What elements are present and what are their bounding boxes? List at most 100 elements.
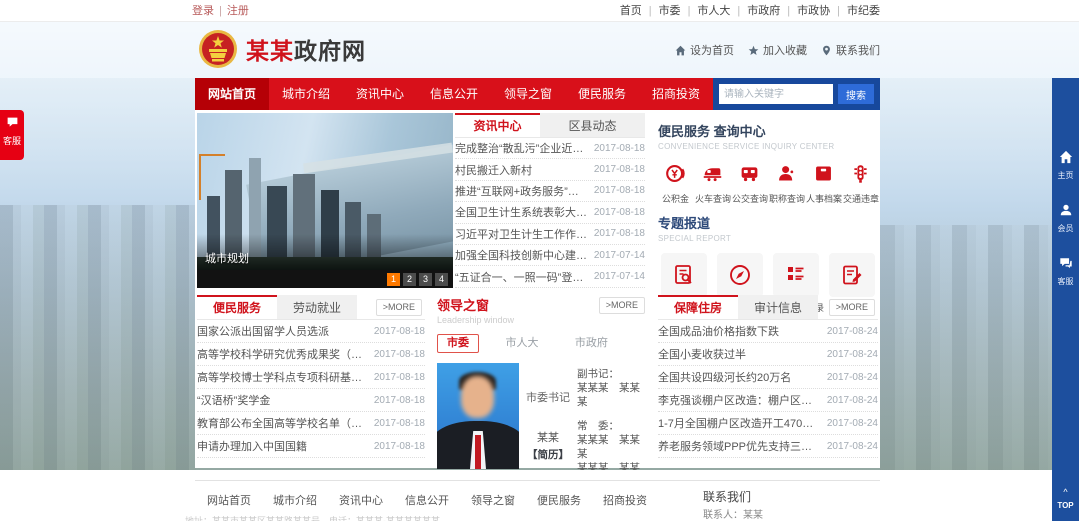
- footer-link-leadership[interactable]: 领导之窗: [471, 492, 515, 508]
- housing-row[interactable]: 全国成品油价格指数下跌2017-08-24: [658, 320, 878, 343]
- convenience-row[interactable]: 教育部公布全国高等学校名单（最新）2017-08-18: [197, 412, 425, 435]
- nav-item-public-service[interactable]: 便民服务: [565, 78, 639, 110]
- contact-us-link[interactable]: 联系我们: [821, 42, 880, 58]
- leader-resume-link[interactable]: 【简历】: [519, 447, 577, 462]
- news-row[interactable]: “五证合一、一照一码”登记制度改革的通知2017-07-14: [455, 266, 645, 287]
- footer-link-investment[interactable]: 招商投资: [603, 492, 647, 508]
- tab-employment[interactable]: 劳动就业: [277, 295, 357, 319]
- rail-items: 主页 会员 客服: [1052, 150, 1079, 287]
- back-to-top-button[interactable]: ^ TOP: [1052, 489, 1079, 513]
- convenience-row[interactable]: “汉语桥”奖学金2017-08-18: [197, 389, 425, 412]
- train-icon: [702, 163, 723, 184]
- housing-row[interactable]: 养老服务领域PPP优先支持三大板块2017-08-24: [658, 435, 878, 458]
- footer-link-public-service[interactable]: 便民服务: [537, 492, 581, 508]
- tab-convenience[interactable]: 便民服务: [197, 295, 277, 319]
- news-row[interactable]: 完成整治“散乱污”企业近7万家2017-08-18: [455, 138, 645, 159]
- rail-service-button[interactable]: 客服: [1058, 256, 1074, 287]
- standing-row: 某某某 某某某: [577, 433, 645, 461]
- item-title: 高等学校科学研究优秀成果奖（科学技术）: [197, 346, 368, 362]
- convenience-section: 便民服务 劳动就业 >MORE 国家公派出国留学人员选派2017-08-18 高…: [197, 295, 425, 458]
- service-fund[interactable]: 公积金: [658, 163, 693, 205]
- add-favorite-link[interactable]: 加入收藏: [748, 42, 807, 58]
- tab-district-news[interactable]: 区县动态: [540, 113, 645, 137]
- nav-item-city-intro[interactable]: 城市介绍: [269, 78, 343, 110]
- nav-item-investment[interactable]: 招商投资: [639, 78, 713, 110]
- compass-icon: [728, 263, 752, 287]
- portrait-face: [461, 376, 494, 418]
- leader-name: 某某: [519, 429, 577, 445]
- rail-member-button[interactable]: 会员: [1058, 203, 1074, 234]
- housing-row[interactable]: 全国小麦收获过半2017-08-24: [658, 343, 878, 366]
- special-report-subtitle: SPECIAL REPORT: [658, 234, 878, 243]
- convenience-more-button[interactable]: >MORE: [376, 299, 422, 316]
- news-title: 村民搬迁入新村: [455, 162, 532, 178]
- news-row[interactable]: 推进“互联网+政务服务”，国务院这些举措2017-08-18: [455, 181, 645, 202]
- service-bus[interactable]: 公交查询: [732, 163, 767, 205]
- rail-home-button[interactable]: 主页: [1058, 150, 1074, 181]
- item-title: 全国共设四级河长约20万名: [658, 369, 791, 385]
- convenience-row[interactable]: 国家公派出国留学人员选派2017-08-18: [197, 320, 425, 343]
- convenience-row[interactable]: 高等学校科学研究优秀成果奖（科学技术）2017-08-18: [197, 343, 425, 366]
- tab-housing[interactable]: 保障住房: [658, 295, 738, 319]
- doc-edit-icon: [840, 263, 864, 287]
- footer-link-info-disclosure[interactable]: 信息公开: [405, 492, 449, 508]
- gov-link-shiwei[interactable]: 市委: [642, 5, 681, 17]
- footer-link-home[interactable]: 网站首页: [207, 492, 251, 508]
- star-icon: [748, 45, 759, 56]
- nav-item-leadership[interactable]: 领导之窗: [491, 78, 565, 110]
- floating-service-tag[interactable]: 客服: [0, 110, 24, 160]
- gov-link-shirenda[interactable]: 市人大: [681, 5, 731, 17]
- leadership-more-button[interactable]: >MORE: [599, 297, 645, 314]
- item-title: 李克强谈棚户区改造：棚户区是历史欠账。: [658, 392, 821, 408]
- top-utility-inner: 登录|注册 首页市委市人大市政府市政协市纪委: [190, 0, 880, 22]
- tab-shiwei[interactable]: 市委: [437, 334, 479, 353]
- news-row[interactable]: 习近平对卫生计生工作作出重要指示2017-08-18: [455, 224, 645, 245]
- carousel-page-3[interactable]: 3: [419, 273, 432, 286]
- service-personnel-files[interactable]: 人事档案: [806, 163, 841, 205]
- convenience-row[interactable]: 高等学校博士学科点专项科研基金申请2017-08-18: [197, 366, 425, 389]
- tab-audit[interactable]: 审计信息: [738, 295, 818, 319]
- login-link[interactable]: 登录: [192, 5, 214, 17]
- site-name-red: 某某: [246, 38, 294, 64]
- tab-news-center[interactable]: 资讯中心: [455, 113, 540, 137]
- service-column: 便民服务 查询中心 CONVENIENCE SERVICE INQUIRY CE…: [658, 113, 878, 314]
- search-input[interactable]: [719, 84, 833, 104]
- gov-link-shizhengfu[interactable]: 市政府: [730, 5, 780, 17]
- service-train[interactable]: 火车查询: [695, 163, 730, 205]
- service-traffic-violation[interactable]: 交通违章: [843, 163, 878, 205]
- service-label: 公积金: [658, 192, 693, 205]
- housing-row[interactable]: 全国共设四级河长约20万名2017-08-24: [658, 366, 878, 389]
- footer-contact-person: 联系人：某某: [703, 506, 763, 521]
- register-link[interactable]: 注册: [227, 5, 249, 17]
- housing-more-button[interactable]: >MORE: [829, 299, 875, 316]
- home-icon: [1059, 150, 1073, 164]
- leader-portrait[interactable]: [437, 363, 519, 469]
- hero-carousel[interactable]: 城市规划 1 2 3 4: [197, 113, 453, 288]
- housing-row[interactable]: 1-7月全国棚户区改造开工470万套2017-08-24: [658, 412, 878, 435]
- auth-links: 登录|注册: [192, 0, 249, 22]
- gov-link-shizhengxie[interactable]: 市政协: [780, 5, 830, 17]
- carousel-page-4[interactable]: 4: [435, 273, 448, 286]
- service-title-query[interactable]: 职称查询: [769, 163, 804, 205]
- gov-link-shijiwei[interactable]: 市纪委: [830, 5, 880, 17]
- nav-item-info-disclosure[interactable]: 信息公开: [417, 78, 491, 110]
- site-logo[interactable]: 某某政府网: [198, 29, 366, 69]
- item-date: 2017-08-24: [827, 326, 878, 337]
- set-homepage-link[interactable]: 设为首页: [675, 42, 734, 58]
- news-row[interactable]: 村民搬迁入新村2017-08-18: [455, 159, 645, 180]
- nav-item-news-center[interactable]: 资讯中心: [343, 78, 417, 110]
- search-button[interactable]: 搜索: [838, 84, 874, 104]
- gov-link-home[interactable]: 首页: [620, 5, 642, 17]
- footer-link-news-center[interactable]: 资讯中心: [339, 492, 383, 508]
- tab-shirenda[interactable]: 市人大: [495, 334, 548, 353]
- news-row[interactable]: 全国卫生计生系统表彰大会在京召开2017-08-18: [455, 202, 645, 223]
- housing-row[interactable]: 李克强谈棚户区改造：棚户区是历史欠账。2017-08-24: [658, 389, 878, 412]
- convenience-row[interactable]: 申请办理加入中国国籍2017-08-18: [197, 435, 425, 458]
- nav-item-home[interactable]: 网站首页: [195, 78, 269, 110]
- carousel-page-2[interactable]: 2: [403, 273, 416, 286]
- footer-link-city-intro[interactable]: 城市介绍: [273, 492, 317, 508]
- news-row[interactable]: 加强全国科技创新中心建设总体方案的通知2017-07-14: [455, 245, 645, 266]
- tab-shizhengfu[interactable]: 市政府: [565, 334, 618, 353]
- carousel-page-1[interactable]: 1: [387, 273, 400, 286]
- carousel-pager: 1 2 3 4: [197, 270, 453, 288]
